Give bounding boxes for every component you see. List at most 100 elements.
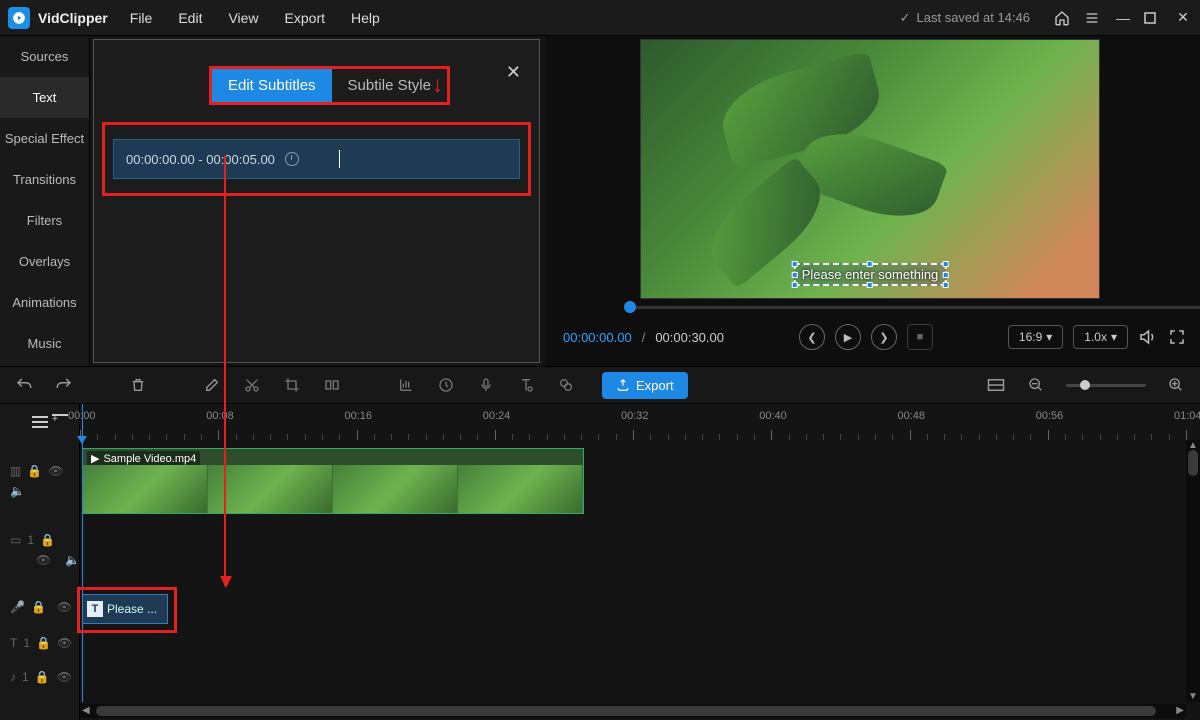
play-button[interactable]: ▶ bbox=[835, 324, 861, 350]
menu-export[interactable]: Export bbox=[285, 10, 325, 26]
edit-tool-button[interactable] bbox=[202, 375, 222, 395]
sidebar-item-filters[interactable]: Filters bbox=[0, 200, 89, 241]
tab-edit-subtitles[interactable]: Edit Subtitles bbox=[212, 69, 332, 102]
speed-dropdown[interactable]: 1.0x▾ bbox=[1073, 325, 1128, 349]
eye-icon[interactable]: 👁 bbox=[57, 600, 72, 614]
text-track[interactable]: T Please ... bbox=[80, 594, 1186, 628]
timeline-h-scroll[interactable]: ◀ ▶ bbox=[80, 704, 1186, 718]
aspect-ratio-dropdown[interactable]: 16:9▾ bbox=[1008, 325, 1063, 349]
total-time: 00:00:30.00 bbox=[655, 330, 724, 345]
prev-frame-button[interactable]: ❮ bbox=[799, 324, 825, 350]
video-clip[interactable]: ▶Sample Video.mp4 bbox=[82, 448, 584, 514]
volume-icon[interactable] bbox=[1138, 328, 1158, 346]
timeline-ruler[interactable]: 00:0000:0800:1600:2400:3200:4000:4800:56… bbox=[80, 404, 1186, 440]
scroll-left-arrow[interactable]: ◀ bbox=[82, 705, 90, 716]
mic-button[interactable] bbox=[476, 375, 496, 395]
chevron-down-icon: ▾ bbox=[1046, 330, 1052, 344]
lock-icon[interactable]: 🔒 bbox=[35, 670, 50, 684]
cut-button[interactable] bbox=[242, 375, 262, 395]
v-scroll-thumb[interactable] bbox=[1188, 450, 1198, 476]
split-button[interactable] bbox=[322, 375, 342, 395]
resize-handle[interactable] bbox=[942, 261, 948, 267]
video-track[interactable]: ▶Sample Video.mp4 bbox=[80, 448, 1186, 514]
minimize-button[interactable]: — bbox=[1114, 10, 1132, 26]
sidebar-item-transitions[interactable]: Transitions bbox=[0, 159, 89, 200]
resize-handle[interactable] bbox=[867, 261, 873, 267]
layer-icon: ▭ bbox=[10, 533, 21, 547]
fit-timeline-button[interactable] bbox=[986, 375, 1006, 395]
menu-file[interactable]: File bbox=[130, 10, 153, 26]
scroll-right-arrow[interactable]: ▶ bbox=[1176, 705, 1184, 716]
resize-handle[interactable] bbox=[942, 272, 948, 278]
resize-handle[interactable] bbox=[867, 282, 873, 288]
chart-button[interactable] bbox=[396, 375, 416, 395]
home-icon[interactable] bbox=[1054, 10, 1072, 26]
resize-handle[interactable] bbox=[792, 282, 798, 288]
dialog-tabs: Edit Subtitles Subtile Style bbox=[209, 66, 450, 105]
track-index: 1 bbox=[27, 533, 34, 547]
sidebar-item-sources[interactable]: Sources bbox=[0, 36, 89, 77]
zoom-in-button[interactable] bbox=[1166, 375, 1186, 395]
subtitle-overlay[interactable]: Please enter something bbox=[794, 263, 947, 286]
text-clip[interactable]: T Please ... bbox=[82, 594, 168, 624]
eye-icon[interactable]: 👁 bbox=[57, 670, 72, 684]
resize-handle[interactable] bbox=[792, 261, 798, 267]
resize-handle[interactable] bbox=[942, 282, 948, 288]
lock-icon[interactable]: 🔒 bbox=[27, 464, 42, 478]
ruler-tick: 00:40 bbox=[759, 410, 787, 422]
speaker-icon[interactable]: 🔈 bbox=[65, 553, 80, 567]
fullscreen-icon[interactable] bbox=[1168, 328, 1188, 346]
timeline-v-scroll[interactable]: ▲ ▼ bbox=[1186, 440, 1200, 702]
effects-button[interactable] bbox=[556, 375, 576, 395]
annotation-time-outline: 00:00:00.00 - 00:00:05.00 bbox=[102, 122, 531, 196]
eye-icon[interactable]: 👁 bbox=[57, 636, 72, 650]
export-button[interactable]: Export bbox=[602, 372, 688, 399]
tab-subtitle-style[interactable]: Subtile Style bbox=[332, 69, 447, 102]
next-frame-button[interactable]: ❯ bbox=[871, 324, 897, 350]
menu-help[interactable]: Help bbox=[351, 10, 380, 26]
lock-icon[interactable]: 🔒 bbox=[31, 600, 46, 614]
clock-icon[interactable] bbox=[285, 152, 299, 166]
zoom-slider[interactable] bbox=[1066, 384, 1146, 387]
menu-view[interactable]: View bbox=[228, 10, 258, 26]
subtitle-text-input[interactable] bbox=[339, 150, 340, 168]
playhead[interactable] bbox=[82, 404, 83, 702]
hamburger-icon[interactable] bbox=[1084, 10, 1102, 26]
speed-button[interactable] bbox=[436, 375, 456, 395]
zoom-thumb[interactable] bbox=[1080, 380, 1090, 390]
zoom-out-button[interactable] bbox=[1026, 375, 1046, 395]
undo-button[interactable] bbox=[14, 375, 34, 395]
slider-thumb[interactable] bbox=[624, 301, 636, 313]
app-logo bbox=[8, 7, 30, 29]
speed-value: 1.0x bbox=[1084, 330, 1107, 344]
preview-progress-slider[interactable] bbox=[547, 299, 1200, 315]
eye-icon[interactable]: 👁 bbox=[36, 553, 51, 567]
menu-edit[interactable]: Edit bbox=[178, 10, 202, 26]
eye-icon[interactable]: 👁 bbox=[48, 464, 63, 478]
scroll-down-arrow[interactable]: ▼ bbox=[1188, 691, 1198, 702]
crop-button[interactable] bbox=[282, 375, 302, 395]
dialog-close-button[interactable]: ✕ bbox=[506, 62, 521, 83]
lock-icon[interactable]: 🔒 bbox=[36, 636, 51, 650]
text-track-controls: 🎤 🔒 👁 bbox=[0, 590, 80, 624]
h-scroll-thumb[interactable] bbox=[96, 706, 1156, 716]
speaker-icon[interactable]: 🔈 bbox=[10, 484, 25, 498]
sidebar-item-text[interactable]: Text bbox=[0, 77, 89, 118]
subtitle-dialog: Edit Subtitles Subtile Style ↓ ✕ 00:00:0… bbox=[93, 39, 540, 363]
sidebar-item-animations[interactable]: Animations bbox=[0, 282, 89, 323]
preview-video[interactable]: Please enter something bbox=[640, 39, 1100, 299]
maximize-button[interactable] bbox=[1144, 12, 1162, 24]
sidebar-item-music[interactable]: Music bbox=[0, 323, 89, 364]
delete-button[interactable] bbox=[128, 375, 148, 395]
close-button[interactable]: ✕ bbox=[1174, 9, 1192, 26]
sidebar-item-special-effect[interactable]: Special Effect bbox=[0, 118, 89, 159]
filmstrip-icon: ▥ bbox=[10, 464, 21, 478]
subtitle-entry-row[interactable]: 00:00:00.00 - 00:00:05.00 bbox=[113, 139, 520, 179]
stop-button[interactable]: ■ bbox=[907, 324, 933, 350]
lock-icon[interactable]: 🔒 bbox=[40, 533, 55, 547]
ruler-tick: 00:08 bbox=[206, 410, 234, 422]
text-tool-button[interactable] bbox=[516, 375, 536, 395]
redo-button[interactable] bbox=[54, 375, 74, 395]
sidebar-item-overlays[interactable]: Overlays bbox=[0, 241, 89, 282]
resize-handle[interactable] bbox=[792, 272, 798, 278]
